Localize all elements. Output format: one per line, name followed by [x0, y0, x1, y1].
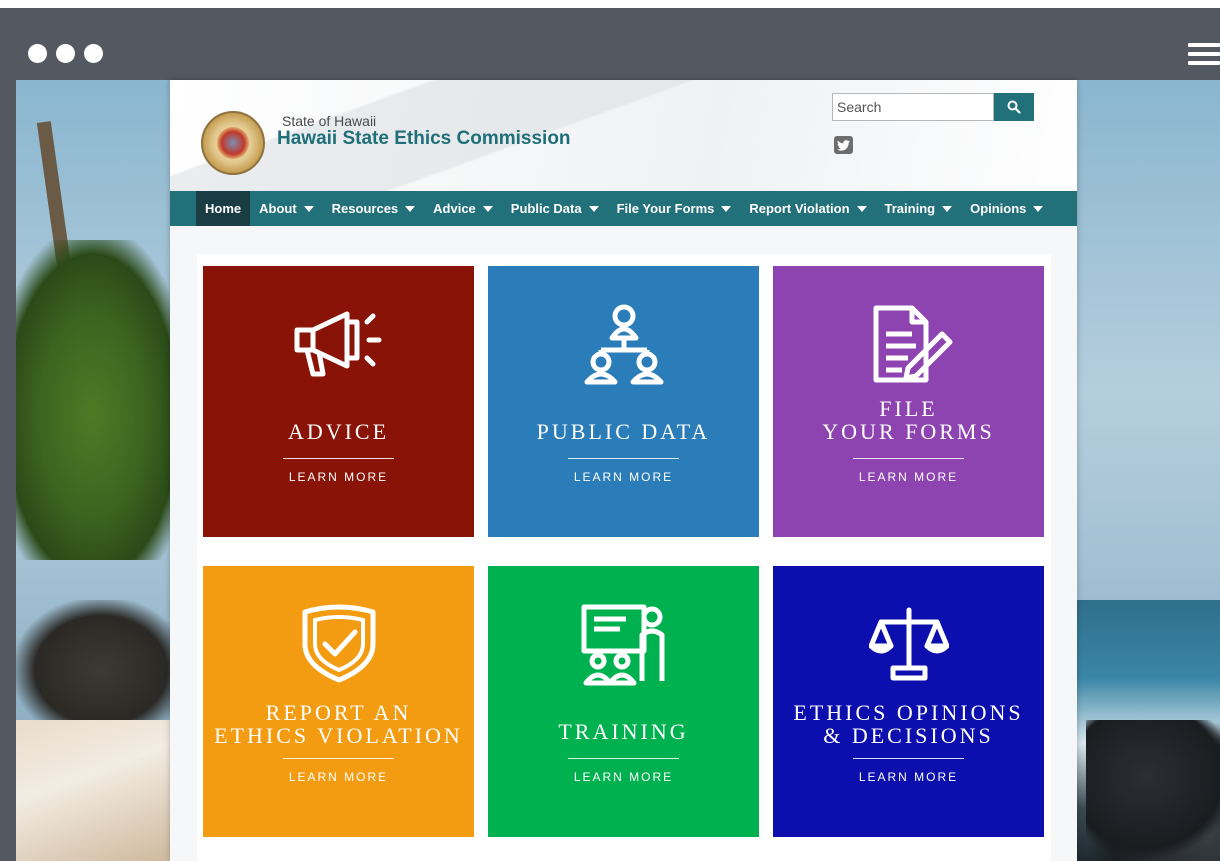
search-button[interactable]: [994, 93, 1034, 121]
document-pen-icon: [773, 298, 1044, 390]
tile-divider: [283, 758, 394, 759]
nav-label: Public Data: [510, 201, 582, 216]
state-name: State of Hawaii: [282, 113, 377, 129]
nav-opinions[interactable]: Opinions: [961, 191, 1052, 226]
caret-down-icon: [1033, 205, 1044, 212]
nav-resources[interactable]: Resources: [323, 191, 424, 226]
search-form: [832, 93, 1034, 121]
presentation-icon: [488, 598, 759, 690]
caret-down-icon: [588, 205, 599, 212]
caret-down-icon: [942, 205, 953, 212]
tile-ethics-opinions[interactable]: ETHICS OPINIONS & DECISIONS LEARN MORE: [773, 566, 1044, 837]
main-content: ADVICE LEARN MORE PUBLIC DATA LEARN MORE…: [170, 226, 1077, 861]
shield-check-icon: [203, 598, 474, 690]
tile-title: ETHICS OPINIONS & DECISIONS: [793, 700, 1024, 748]
tile-title: FILE YOUR FORMS: [822, 396, 995, 444]
learn-more-link[interactable]: LEARN MORE: [203, 470, 474, 484]
window-dot[interactable]: [56, 44, 75, 63]
window-dot[interactable]: [84, 44, 103, 63]
tile-divider: [853, 758, 964, 759]
window-controls: [28, 44, 103, 63]
caret-down-icon: [303, 205, 314, 212]
site-header: State of Hawaii Hawaii State Ethics Comm…: [170, 80, 1077, 191]
tile-row: ADVICE LEARN MORE PUBLIC DATA LEARN MORE…: [197, 254, 1051, 554]
nav-training[interactable]: Training: [876, 191, 962, 226]
learn-more-link[interactable]: LEARN MORE: [773, 770, 1044, 784]
tile-report-violation[interactable]: REPORT AN ETHICS VIOLATION LEARN MORE: [203, 566, 474, 837]
nav-label: Training: [884, 201, 936, 216]
tile-title: TRAINING: [558, 719, 689, 744]
nav-label: File Your Forms: [616, 201, 715, 216]
window-dot[interactable]: [28, 44, 47, 63]
tile-file-your-forms[interactable]: FILE YOUR FORMS LEARN MORE: [773, 266, 1044, 537]
tile-divider: [283, 458, 394, 459]
tile-title: REPORT AN ETHICS VIOLATION: [214, 700, 463, 748]
nav-report-violation[interactable]: Report Violation: [740, 191, 875, 226]
state-seal-logo[interactable]: [201, 111, 265, 175]
caret-down-icon: [856, 205, 867, 212]
caret-down-icon: [405, 205, 416, 212]
nav-label: Resources: [331, 201, 399, 216]
learn-more-link[interactable]: LEARN MORE: [773, 470, 1044, 484]
tile-public-data[interactable]: PUBLIC DATA LEARN MORE: [488, 266, 759, 537]
tile-advice[interactable]: ADVICE LEARN MORE: [203, 266, 474, 537]
twitter-icon[interactable]: [834, 136, 853, 154]
tile-title: ADVICE: [287, 419, 390, 444]
search-icon: [1007, 100, 1021, 114]
main-nav: Home About Resources Advice Public Data …: [170, 191, 1077, 226]
nav-advice[interactable]: Advice: [424, 191, 502, 226]
network-people-icon: [488, 298, 759, 390]
site-title[interactable]: Hawaii State Ethics Commission: [277, 128, 571, 150]
nav-file-your-forms[interactable]: File Your Forms: [608, 191, 741, 226]
nav-label: Advice: [433, 201, 476, 216]
rocks-right: [1086, 720, 1220, 861]
hamburger-menu-icon[interactable]: [1188, 43, 1220, 65]
search-input[interactable]: [832, 93, 994, 121]
learn-more-link[interactable]: LEARN MORE: [203, 770, 474, 784]
nav-label: About: [259, 201, 297, 216]
tile-row: REPORT AN ETHICS VIOLATION LEARN MORE TR…: [197, 554, 1051, 861]
nav-label: Home: [205, 201, 242, 216]
nav-label: Report Violation: [749, 201, 850, 216]
tile-divider: [568, 758, 679, 759]
megaphone-icon: [203, 298, 474, 390]
caret-down-icon: [721, 205, 732, 212]
nav-about[interactable]: About: [250, 191, 323, 226]
tile-divider: [853, 458, 964, 459]
tile-divider: [568, 458, 679, 459]
rocks-left: [16, 600, 186, 740]
nav-public-data[interactable]: Public Data: [502, 191, 608, 226]
scales-icon: [773, 598, 1044, 690]
tile-training[interactable]: TRAINING LEARN MORE: [488, 566, 759, 837]
nav-label: Opinions: [970, 201, 1027, 216]
sand: [16, 720, 186, 861]
learn-more-link[interactable]: LEARN MORE: [488, 470, 759, 484]
learn-more-link[interactable]: LEARN MORE: [488, 770, 759, 784]
page-panel: State of Hawaii Hawaii State Ethics Comm…: [170, 80, 1077, 861]
caret-down-icon: [482, 205, 493, 212]
nav-home[interactable]: Home: [196, 191, 251, 226]
tile-title: PUBLIC DATA: [536, 419, 711, 444]
foliage: [16, 240, 186, 560]
